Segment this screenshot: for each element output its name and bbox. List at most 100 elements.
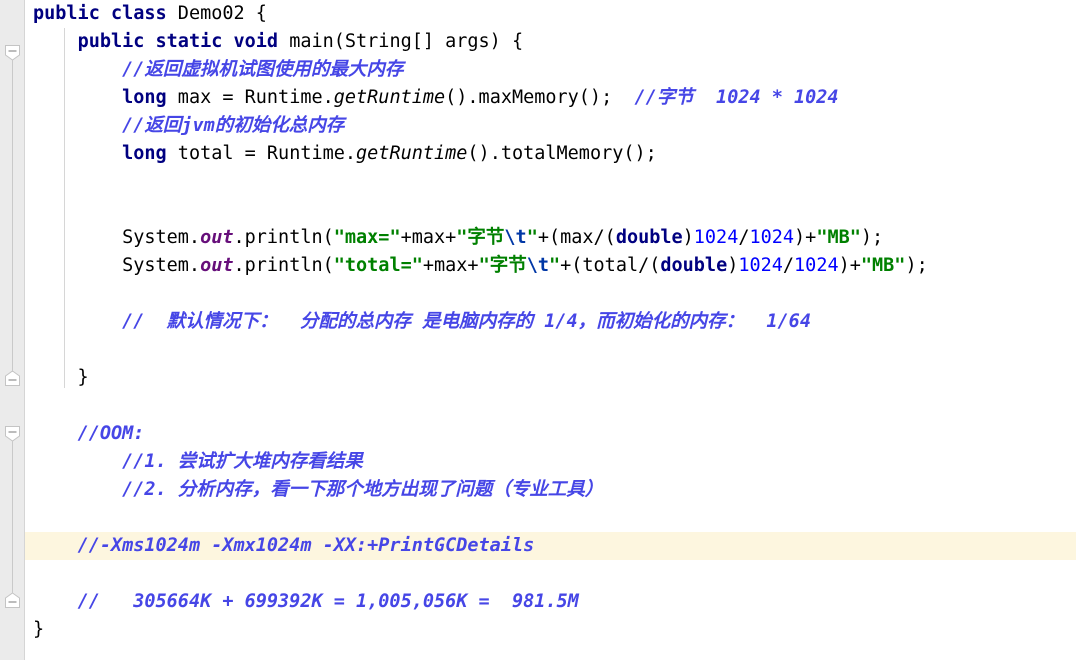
- code-token: out: [200, 255, 234, 276]
- code-token: "MB": [860, 255, 906, 276]
- code-line-close-main[interactable]: }: [25, 364, 1076, 392]
- code-line-blank[interactable]: [25, 280, 1076, 308]
- code-token: System.: [122, 227, 201, 248]
- fold-marker-collapse-comment[interactable]: [4, 425, 21, 442]
- code-line-comment-total-memory[interactable]: //返回jvm的初始化总内存: [25, 112, 1076, 140]
- code-token: max = Runtime.: [166, 87, 334, 108]
- code-line-class-declaration[interactable]: public class Demo02 {: [25, 0, 1076, 28]
- code-token: 1024: [749, 227, 795, 248]
- code-token: Demo02 {: [166, 3, 267, 24]
- code-token: \t: [504, 227, 527, 248]
- code-token: ": [548, 255, 561, 276]
- code-token: "字节: [456, 227, 505, 248]
- code-token: //返回虚拟机试图使用的最大内存: [122, 59, 404, 80]
- fold-marker-end-main[interactable]: [4, 370, 21, 387]
- code-token: long: [122, 87, 167, 108]
- code-token: //-Xms1024m -Xmx1024m -XX:+PrintGCDetail…: [77, 535, 535, 556]
- code-line-println-max[interactable]: System.out.println("max="+max+"字节\t"+(ma…: [25, 224, 1076, 252]
- code-token: total = Runtime.: [166, 143, 357, 164]
- code-token: //OOM:: [77, 423, 145, 444]
- code-line-close-class[interactable]: }: [25, 616, 1076, 644]
- code-token: )+: [794, 227, 817, 248]
- code-token: +(total/(: [560, 255, 661, 276]
- fold-region-spine: [12, 60, 13, 372]
- code-token: )+: [838, 255, 861, 276]
- code-token: }: [33, 619, 45, 640]
- code-lines[interactable]: public class Demo02 { public static void…: [25, 0, 1076, 644]
- code-line-comment-oom-step2[interactable]: //2. 分析内存，看一下那个地方出现了问题（专业工具）: [25, 476, 1076, 504]
- code-line-blank[interactable]: [25, 504, 1076, 532]
- code-token: );: [905, 255, 928, 276]
- code-token: ): [727, 255, 739, 276]
- code-line-comment-oom[interactable]: //OOM:: [25, 420, 1076, 448]
- code-token: getRuntime: [356, 143, 468, 164]
- code-token: "MB": [816, 227, 861, 248]
- code-line-println-total[interactable]: System.out.println("total="+max+"字节\t"+(…: [25, 252, 1076, 280]
- code-editor[interactable]: public class Demo02 { public static void…: [0, 0, 1076, 660]
- fold-marker-collapse-main[interactable]: [4, 44, 21, 61]
- code-token: "字节: [478, 255, 527, 276]
- code-token: getRuntime: [333, 87, 446, 108]
- code-token: /: [738, 227, 750, 248]
- fold-region-spine-2: [12, 441, 13, 593]
- code-token: //1. 尝试扩大堆内存看结果: [122, 451, 363, 472]
- code-token: +(max/(: [537, 227, 616, 248]
- code-token: double: [660, 255, 728, 276]
- code-token: ().maxMemory();: [445, 87, 635, 108]
- code-token: System.: [122, 255, 201, 276]
- code-token: \t: [526, 255, 549, 276]
- code-line-blank[interactable]: [25, 336, 1076, 364]
- code-token: out: [200, 227, 234, 248]
- editor-code-area[interactable]: public class Demo02 { public static void…: [25, 0, 1076, 660]
- code-token: static: [155, 31, 223, 52]
- code-line-comment-max-memory[interactable]: //返回虚拟机试图使用的最大内存: [25, 56, 1076, 84]
- code-token: public: [77, 31, 145, 52]
- code-line-blank[interactable]: [25, 168, 1076, 196]
- editor-gutter[interactable]: [0, 0, 25, 660]
- code-line-long-max[interactable]: long max = Runtime.getRuntime().maxMemor…: [25, 84, 1076, 112]
- code-line-comment-jvm-args[interactable]: //-Xms1024m -Xmx1024m -XX:+PrintGCDetail…: [25, 532, 1076, 560]
- code-token: +max+: [400, 227, 457, 248]
- code-token: ().totalMemory();: [467, 143, 657, 164]
- code-token: 1024: [738, 255, 783, 276]
- code-token: // 默认情况下： 分配的总内存 是电脑内存的 1/4，而初始化的内存： 1/6…: [122, 311, 811, 332]
- code-token: /: [782, 255, 795, 276]
- code-token: class: [110, 3, 167, 24]
- code-token: double: [615, 227, 683, 248]
- code-line-comment-default-ratio[interactable]: // 默认情况下： 分配的总内存 是电脑内存的 1/4，而初始化的内存： 1/6…: [25, 308, 1076, 336]
- code-line-long-total[interactable]: long total = Runtime.getRuntime().totalM…: [25, 140, 1076, 168]
- code-token: 1024: [693, 227, 739, 248]
- code-token: "total=": [333, 255, 423, 276]
- code-line-comment-oom-step1[interactable]: //1. 尝试扩大堆内存看结果: [25, 448, 1076, 476]
- code-token: ": [526, 227, 538, 248]
- code-line-blank[interactable]: [25, 392, 1076, 420]
- fold-marker-end-class[interactable]: [4, 592, 21, 609]
- code-token: public: [33, 3, 100, 24]
- code-token: //字节 1024 * 1024: [634, 87, 839, 108]
- code-line-main-method[interactable]: public static void main(String[] args) {: [25, 28, 1076, 56]
- code-token: +max+: [422, 255, 479, 276]
- code-token: long: [122, 143, 167, 164]
- code-line-blank[interactable]: [25, 196, 1076, 224]
- code-token: .println(: [233, 227, 334, 248]
- code-token: .println(: [233, 255, 334, 276]
- code-line-blank[interactable]: [25, 560, 1076, 588]
- code-token: 1024: [794, 255, 839, 276]
- code-line-comment-memory-sum[interactable]: // 305664K + 699392K = 1,005,056K = 981.…: [25, 588, 1076, 616]
